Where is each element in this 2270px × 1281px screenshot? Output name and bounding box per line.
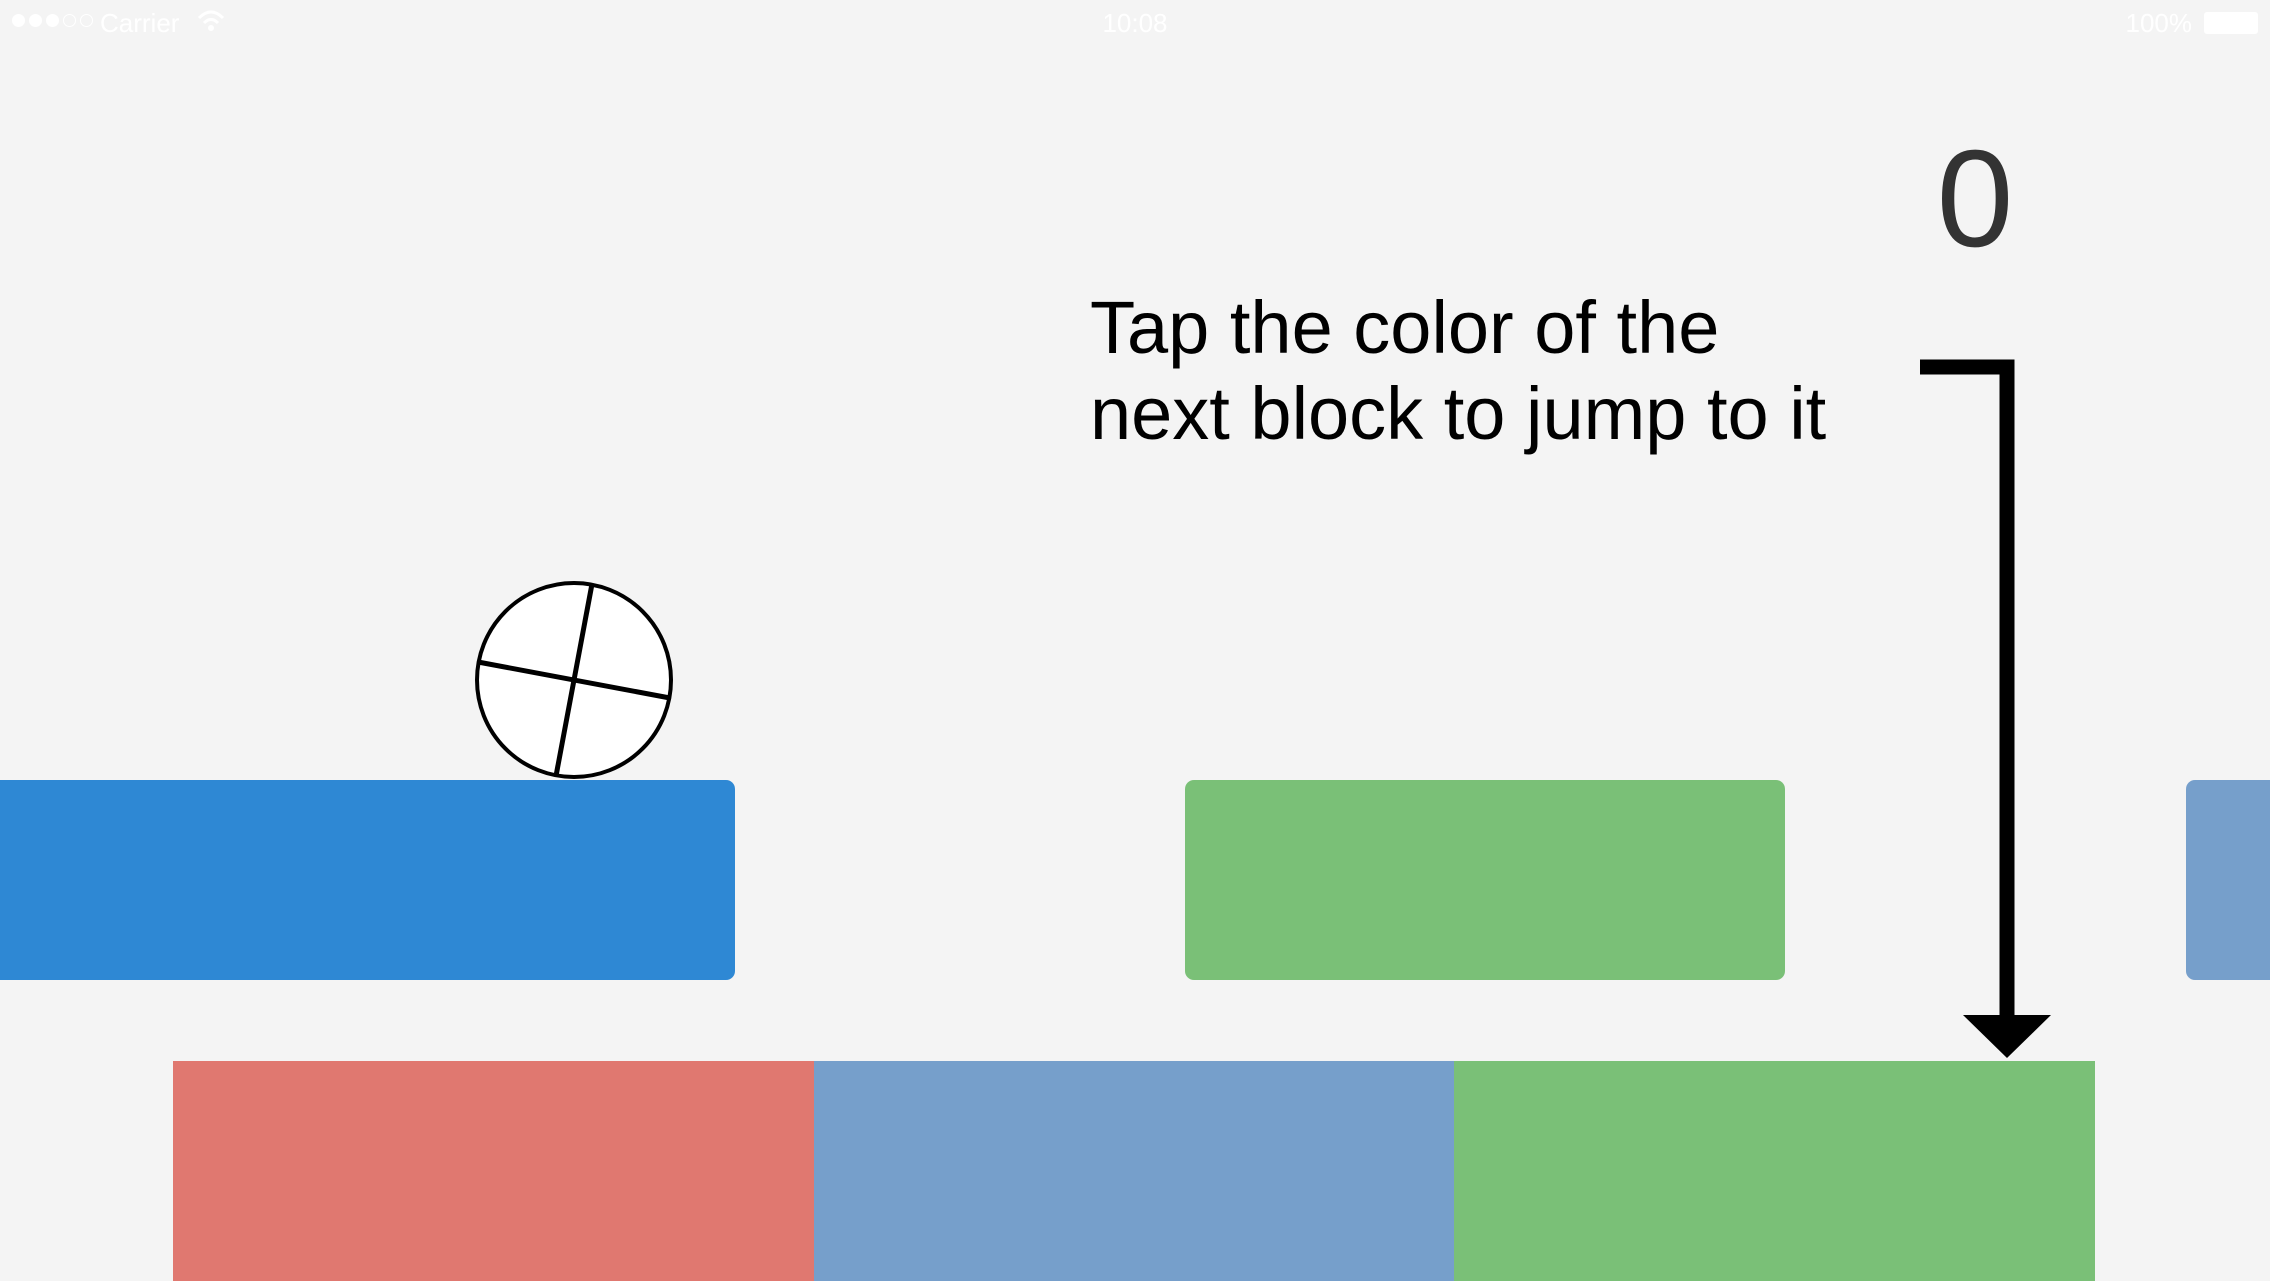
status-bar: Carrier 10:08 100%: [0, 0, 2270, 48]
color-button-red[interactable]: [173, 1061, 814, 1281]
game-screen[interactable]: Carrier 10:08 100% 0 Tap the color of th…: [0, 0, 2270, 1281]
instruction-line-1: Tap the color of the: [1090, 286, 1720, 369]
battery-icon: [2204, 12, 2258, 34]
pointer-arrow-icon: [1920, 359, 2051, 1058]
platform-green-next: [1185, 780, 1785, 980]
instruction-line-2: next block to jump to it: [1090, 372, 1827, 455]
color-button-green[interactable]: [1454, 1061, 2096, 1281]
score-counter: 0: [1936, 122, 2014, 276]
status-time: 10:08: [1102, 8, 1168, 38]
instruction-text: Tap the color of the next block to jump …: [1090, 285, 1870, 457]
color-button-blue[interactable]: [813, 1061, 1455, 1281]
battery-percent: 100%: [2125, 8, 2193, 38]
color-button-bar: [173, 1061, 2096, 1281]
platform-blue-upcoming: [2186, 780, 2270, 980]
ball-player: [475, 581, 673, 779]
platform-blue-current: [0, 780, 735, 980]
